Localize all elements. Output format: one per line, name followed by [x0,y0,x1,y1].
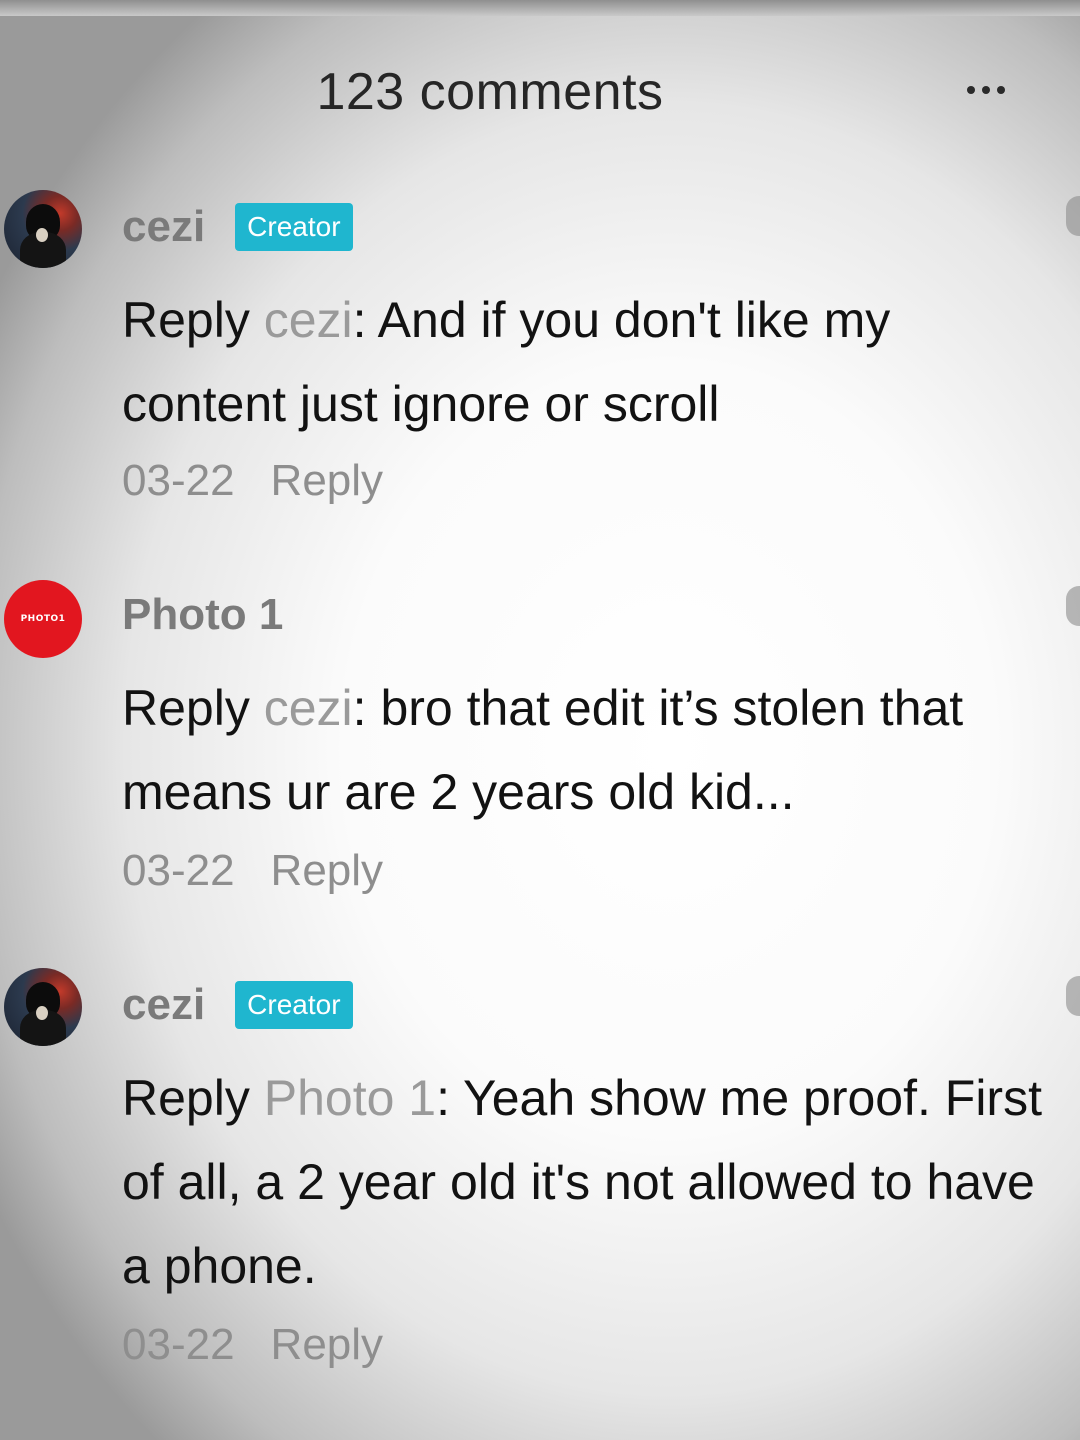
username[interactable]: Photo 1 [122,590,283,640]
comment-text: Reply Photo 1: Yeah show me proof. First… [122,1056,1062,1308]
comment-date: 03-22 [122,456,235,505]
side-handle [1066,586,1080,626]
top-strip [0,0,1080,16]
avatar[interactable] [4,968,82,1046]
username[interactable]: cezi [122,202,205,252]
ellipsis-icon[interactable] [956,70,1016,110]
creator-badge: Creator [235,981,353,1029]
comment-date: 03-22 [122,1320,235,1369]
comments-screen: 123 comments cezi Creator Reply cezi: An… [0,0,1080,1440]
side-handle [1066,976,1080,1016]
comments-count-title: 123 comments [316,63,664,121]
comment-text: Reply cezi: And if you don't like my con… [122,278,1062,446]
reply-prefix: Reply [122,1070,264,1126]
reply-target[interactable]: cezi [264,680,353,736]
reply-target[interactable]: Photo 1 [264,1070,436,1126]
reply-prefix: Reply [122,680,264,736]
avatar-logo-text: PHOTO1 [20,614,66,624]
comment-date: 03-22 [122,846,235,895]
reply-target[interactable]: cezi [264,292,353,348]
username[interactable]: cezi [122,980,205,1030]
reply-button[interactable]: Reply [271,1320,384,1370]
avatar[interactable]: PHOTO1 [4,580,82,658]
creator-badge: Creator [235,203,353,251]
side-handle [1066,196,1080,236]
reply-button[interactable]: Reply [271,456,384,506]
avatar[interactable] [4,190,82,268]
reply-button[interactable]: Reply [271,846,384,896]
comment-text: Reply cezi: bro that edit it’s stolen th… [122,666,1062,834]
reply-prefix: Reply [122,292,264,348]
